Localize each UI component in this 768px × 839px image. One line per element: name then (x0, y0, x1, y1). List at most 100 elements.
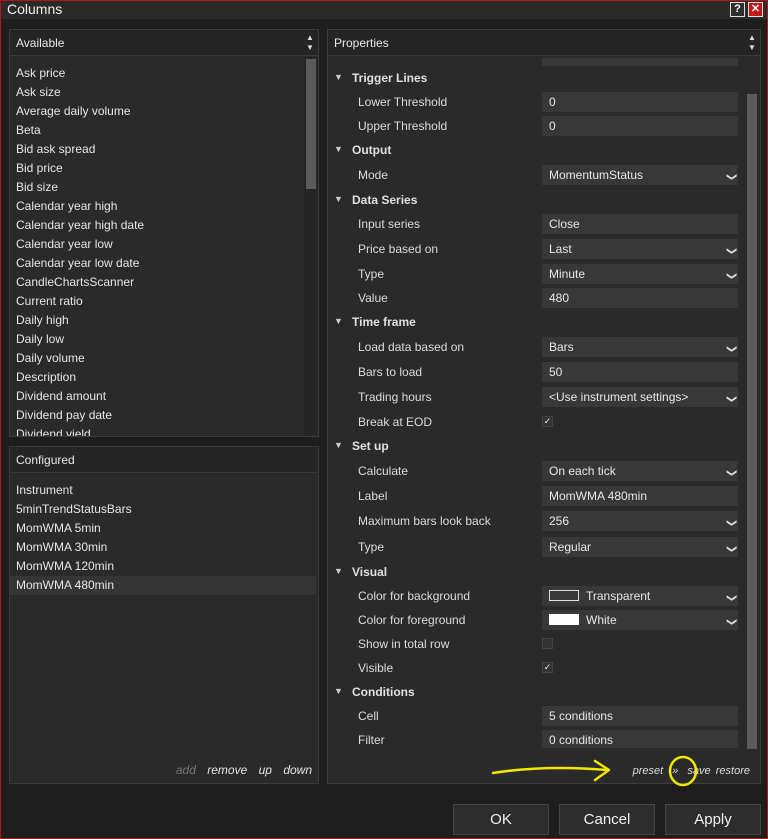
available-spin-icon[interactable]: ▲ ▼ (306, 33, 314, 53)
property-value-input[interactable]: 5 conditions (542, 706, 738, 726)
property-value: Minute (549, 267, 586, 281)
collapse-arrow-icon[interactable]: ▼ (334, 566, 343, 576)
available-scrollbar[interactable] (304, 57, 318, 436)
property-label: Cell (358, 709, 379, 723)
property-value-select[interactable]: Last ❯ (542, 239, 738, 259)
property-value: On each tick (549, 464, 616, 478)
property-label: Calculate (358, 464, 409, 478)
property-label: Upper Threshold (358, 119, 448, 133)
color-picker[interactable]: White ❯ (542, 610, 738, 630)
available-item[interactable]: Current ratio (16, 292, 144, 311)
checkbox[interactable]: ✓ (542, 662, 553, 673)
property-value-input[interactable]: MomWMA 480min (542, 486, 738, 506)
available-item[interactable]: Bid price (16, 159, 144, 178)
property-value-input[interactable]: Close (542, 214, 738, 234)
available-item[interactable]: Ask price (16, 64, 144, 83)
properties-spin-icon[interactable]: ▲ ▼ (748, 33, 756, 53)
property-row: Upper Threshold 0 (328, 116, 744, 138)
add-button[interactable]: add (176, 763, 196, 777)
property-value-select[interactable]: Regular ❯ (542, 537, 738, 557)
help-button[interactable]: ? (730, 2, 745, 17)
category-label: Output (352, 143, 392, 157)
checkbox[interactable]: ✓ (542, 416, 553, 427)
available-item[interactable]: Bid size (16, 178, 144, 197)
property-row: Calculate On each tick ❯ (328, 461, 744, 483)
close-button[interactable]: ✕ (748, 2, 763, 17)
available-item[interactable]: Calendar year high date (16, 216, 144, 235)
available-item[interactable]: Daily low (16, 330, 144, 349)
available-item[interactable]: Dividend amount (16, 387, 144, 406)
collapse-arrow-icon[interactable]: ▼ (334, 194, 343, 204)
property-value-select[interactable]: Bars ❯ (542, 337, 738, 357)
property-value-select[interactable]: 256 ❯ (542, 511, 738, 531)
property-row: Maximum bars look back 256 ❯ (328, 511, 744, 533)
properties-scrollbar[interactable] (746, 94, 758, 749)
property-label: Trading hours (358, 390, 432, 404)
property-value-select[interactable]: <Use instrument settings> ❯ (542, 387, 738, 407)
available-item[interactable]: Calendar year high (16, 197, 144, 216)
available-item[interactable]: Daily high (16, 311, 144, 330)
property-value-input[interactable]: 0 (542, 116, 738, 136)
property-row: Input series Close (328, 214, 744, 236)
collapse-arrow-icon[interactable]: ▼ (334, 144, 343, 154)
property-label: Price based on (358, 242, 439, 256)
available-item[interactable]: Description (16, 368, 144, 387)
configured-list: Instrument 5minTrendStatusBars MomWMA 5min… (10, 481, 316, 595)
save-link[interactable]: save (687, 765, 710, 777)
preset-link[interactable]: preset (633, 765, 664, 777)
property-value-input[interactable]: 0 conditions (542, 730, 738, 748)
property-row: Price based on Last ❯ (328, 239, 744, 261)
available-item[interactable]: Average daily volume (16, 102, 144, 121)
available-item[interactable]: Daily volume (16, 349, 144, 368)
configured-item[interactable]: MomWMA 30min (10, 538, 316, 557)
available-scroll-thumb[interactable] (306, 59, 316, 189)
property-category: ▼ Conditions (328, 682, 744, 704)
collapse-arrow-icon[interactable]: ▼ (334, 440, 343, 450)
ok-button[interactable]: OK (453, 804, 549, 835)
configured-panel: Configured Instrument 5minTrendStatusBars… (9, 446, 319, 784)
down-button[interactable]: down (283, 763, 312, 777)
property-row: Bars to load 50 (328, 362, 744, 384)
configured-item[interactable]: Instrument (10, 481, 316, 500)
available-item[interactable]: Dividend pay date (16, 406, 144, 425)
checkbox[interactable] (542, 638, 553, 649)
available-item[interactable]: Ask size (16, 83, 144, 102)
property-row: Break at EOD ✓ (328, 412, 744, 434)
property-value: 0 (549, 95, 556, 109)
configured-item[interactable]: MomWMA 5min (10, 519, 316, 538)
properties-scroll-thumb[interactable] (747, 94, 757, 749)
apply-button[interactable]: Apply (665, 804, 761, 835)
properties-header-label: Properties (334, 36, 389, 50)
up-button[interactable]: up (259, 763, 272, 777)
property-label: Lower Threshold (358, 95, 448, 109)
property-value-select[interactable]: On each tick ❯ (542, 461, 738, 481)
available-item[interactable]: CandleChartsScanner (16, 273, 144, 292)
property-value-select[interactable]: MomentumStatus ❯ (542, 165, 738, 185)
property-label: Input series (358, 217, 421, 231)
chevron-down-icon: ❯ (725, 246, 737, 256)
available-item[interactable]: Beta (16, 121, 144, 140)
chevron-down-icon: ❯ (725, 468, 737, 478)
collapse-arrow-icon[interactable]: ▼ (334, 316, 343, 326)
collapse-arrow-icon[interactable]: ▼ (334, 72, 343, 82)
property-value-input[interactable]: 50 (542, 362, 738, 382)
configured-item[interactable]: 5minTrendStatusBars (10, 500, 316, 519)
configured-item[interactable]: MomWMA 480min (10, 576, 316, 595)
property-label: Type (358, 267, 385, 281)
cancel-button[interactable]: Cancel (559, 804, 655, 835)
available-item[interactable]: Calendar year low (16, 235, 144, 254)
remove-button[interactable]: remove (207, 763, 247, 777)
available-item[interactable]: Dividend yield (16, 425, 144, 436)
available-item[interactable]: Calendar year low date (16, 254, 144, 273)
color-picker[interactable]: Transparent ❯ (542, 586, 738, 606)
property-label: Label (358, 489, 388, 503)
property-value-select[interactable]: Minute ❯ (542, 264, 738, 284)
restore-link[interactable]: restore (716, 765, 750, 777)
available-item[interactable]: Bid ask spread (16, 140, 144, 159)
property-value-input[interactable]: 0 (542, 92, 738, 112)
property-value-input[interactable]: 480 (542, 288, 738, 308)
category-label: Visual (352, 565, 388, 579)
property-value-top-edge (542, 58, 738, 66)
collapse-arrow-icon[interactable]: ▼ (334, 686, 343, 696)
configured-item[interactable]: MomWMA 120min (10, 557, 316, 576)
